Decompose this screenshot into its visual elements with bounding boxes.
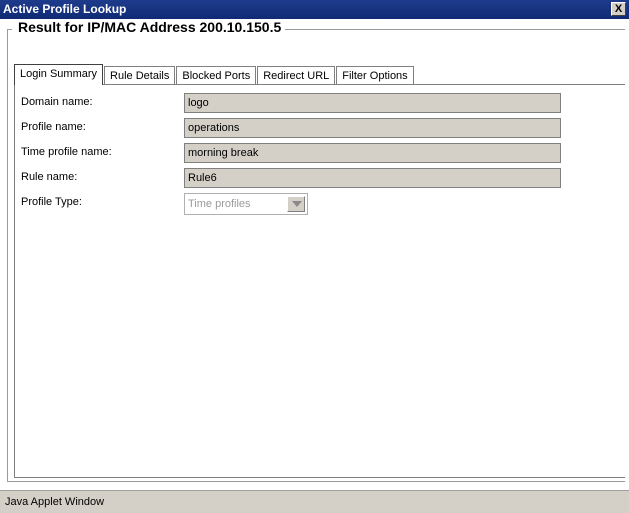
tab-filter-options[interactable]: Filter Options xyxy=(336,66,414,85)
rule-label: Rule name: xyxy=(21,171,78,183)
time-profile-row: Time profile name: morning break xyxy=(21,143,561,163)
tab-bar: Login Summary Rule Details Blocked Ports… xyxy=(14,63,415,85)
title-bar: Active Profile Lookup X xyxy=(0,0,629,19)
profile-type-row: Profile Type: Time profiles xyxy=(21,193,561,215)
chevron-down-icon xyxy=(292,201,302,207)
rule-row: Rule name: Rule6 xyxy=(21,168,561,188)
profile-label: Profile name: xyxy=(21,121,86,133)
window-title: Active Profile Lookup xyxy=(3,2,127,16)
tab-redirect-url[interactable]: Redirect URL xyxy=(257,66,336,85)
status-text: Java Applet Window xyxy=(5,496,105,508)
close-button[interactable]: X xyxy=(611,2,626,16)
tab-rule-details[interactable]: Rule Details xyxy=(104,66,176,85)
tab-login-summary[interactable]: Login Summary xyxy=(14,64,104,85)
profile-type-label: Profile Type: xyxy=(21,196,82,208)
status-bar: Java Applet Window xyxy=(0,490,629,513)
domain-row: Domain name: logo xyxy=(21,93,561,113)
profile-name-field[interactable]: operations xyxy=(184,118,561,138)
domain-name-field[interactable]: logo xyxy=(184,93,561,113)
time-profile-label: Time profile name: xyxy=(21,146,112,158)
profile-type-select[interactable]: Time profiles xyxy=(184,193,308,215)
domain-label: Domain name: xyxy=(21,96,93,108)
tab-blocked-ports[interactable]: Blocked Ports xyxy=(176,66,257,85)
dropdown-arrow-button[interactable] xyxy=(287,196,305,212)
result-title: Result for IP/MAC Address 200.10.150.5 xyxy=(12,19,286,35)
profile-row: Profile name: operations xyxy=(21,118,561,138)
time-profile-name-field[interactable]: morning break xyxy=(184,143,561,163)
rule-name-field[interactable]: Rule6 xyxy=(184,168,561,188)
profile-type-value: Time profiles xyxy=(188,198,251,210)
